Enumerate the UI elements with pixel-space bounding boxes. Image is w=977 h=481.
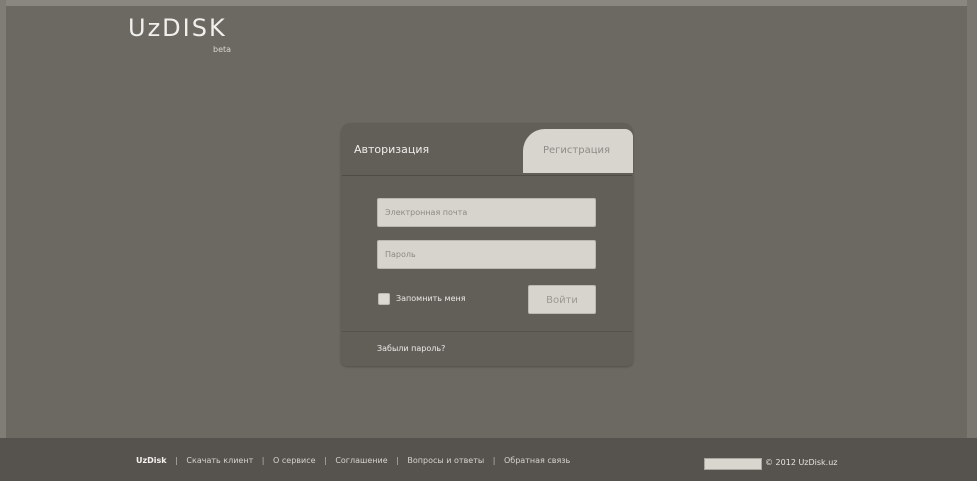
forgot-password-link[interactable]: Забыли пароль? bbox=[377, 344, 445, 353]
copyright-text: © 2012 UzDisk.uz bbox=[765, 458, 838, 467]
footer-link-download[interactable]: Скачать клиент bbox=[186, 456, 253, 465]
remember-checkbox[interactable] bbox=[378, 293, 390, 305]
tab-login-label: Авторизация bbox=[354, 143, 430, 156]
site-logo[interactable]: UzDISK beta bbox=[128, 14, 231, 54]
footer-links: UzDisk | Скачать клиент | О сервисе | Со… bbox=[136, 456, 570, 465]
remember-label: Запомнить меня bbox=[396, 294, 466, 303]
right-edge bbox=[967, 0, 977, 481]
tab-register-label: Регистрация bbox=[543, 145, 611, 156]
footer-link-agreement[interactable]: Соглашение bbox=[335, 456, 387, 465]
footer-link-feedback[interactable]: Обратная связь bbox=[504, 456, 570, 465]
left-edge bbox=[0, 0, 6, 481]
top-strip bbox=[0, 0, 977, 6]
logo-text: UzDISK bbox=[128, 14, 227, 42]
panel-divider-bottom bbox=[342, 331, 632, 332]
panel-divider-top bbox=[342, 175, 632, 176]
separator: | bbox=[396, 456, 399, 465]
separator: | bbox=[175, 456, 178, 465]
footer-link-faq[interactable]: Вопросы и ответы bbox=[407, 456, 484, 465]
login-button[interactable]: Войти bbox=[528, 285, 596, 314]
logo-beta-label: beta bbox=[213, 45, 232, 54]
footer-link-about[interactable]: О сервисе bbox=[273, 456, 315, 465]
email-input[interactable] bbox=[377, 198, 596, 227]
separator: | bbox=[492, 456, 496, 465]
password-input[interactable] bbox=[377, 240, 596, 269]
footer-brand[interactable]: UzDisk bbox=[136, 456, 167, 465]
separator: | bbox=[324, 456, 327, 465]
cc-license-badge[interactable] bbox=[704, 458, 762, 470]
separator: | bbox=[261, 456, 265, 465]
